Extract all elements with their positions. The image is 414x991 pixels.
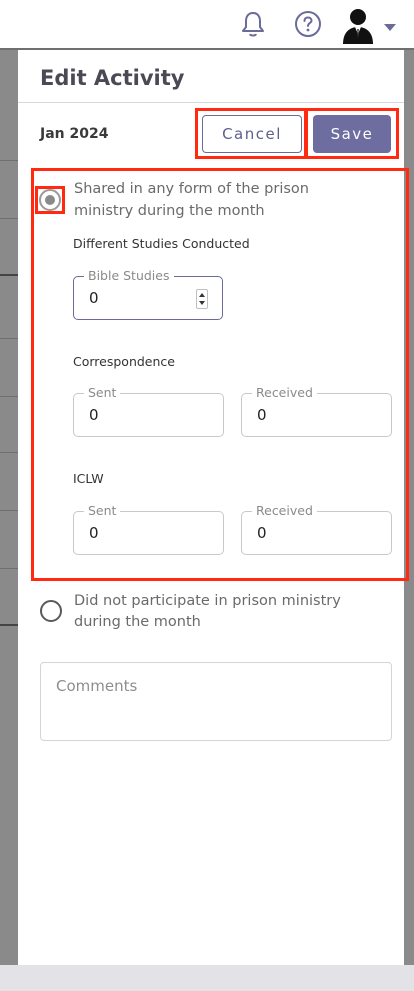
iclw-sent-value: 0 <box>89 524 99 542</box>
background-page-left <box>0 50 18 970</box>
user-avatar[interactable] <box>340 4 376 44</box>
quantity-stepper[interactable] <box>196 289 208 309</box>
radio-dot-icon <box>45 195 55 205</box>
bell-icon[interactable] <box>240 10 266 38</box>
correspondence-sent-label: Sent <box>84 385 121 400</box>
chevron-down-icon[interactable] <box>384 24 396 31</box>
iclw-sent-label: Sent <box>84 503 121 518</box>
bible-studies-field[interactable]: Bible Studies 0 <box>73 268 223 320</box>
edit-activity-drawer: Edit Activity Jan 2024 Cancel Save Share… <box>18 50 409 965</box>
iclw-sent-field[interactable]: Sent 0 <box>73 503 224 555</box>
bible-studies-label: Bible Studies <box>84 268 174 283</box>
iclw-heading: ICLW <box>73 471 104 486</box>
option-not-line2: during the month <box>74 614 201 630</box>
stepper-down-icon[interactable] <box>199 301 205 305</box>
comments-field[interactable]: Comments <box>40 662 392 741</box>
option-shared-line1: Shared in any form of the prison <box>74 181 309 197</box>
save-button[interactable]: Save <box>313 115 391 153</box>
radio-not-participated[interactable] <box>40 600 62 622</box>
correspondence-received-label: Received <box>252 385 317 400</box>
correspondence-sent-field[interactable]: Sent 0 <box>73 385 224 437</box>
bottom-strip <box>0 965 414 991</box>
month-label: Jan 2024 <box>40 126 109 142</box>
drawer-title: Edit Activity <box>40 66 185 90</box>
comments-placeholder: Comments <box>56 677 138 695</box>
correspondence-received-field[interactable]: Received 0 <box>241 385 392 437</box>
title-divider <box>18 102 404 103</box>
radio-shared[interactable] <box>39 189 61 211</box>
correspondence-heading: Correspondence <box>73 354 175 369</box>
iclw-received-field[interactable]: Received 0 <box>241 503 392 555</box>
top-bar <box>0 0 414 50</box>
help-icon[interactable] <box>294 10 322 38</box>
correspondence-received-value: 0 <box>257 406 267 424</box>
cancel-button[interactable]: Cancel <box>202 115 302 153</box>
iclw-received-label: Received <box>252 503 317 518</box>
iclw-received-value: 0 <box>257 524 267 542</box>
correspondence-sent-value: 0 <box>89 406 99 424</box>
option-not-line1: Did not participate in prison ministry <box>74 593 341 609</box>
option-shared-line2: ministry during the month <box>74 203 265 219</box>
bible-studies-value: 0 <box>89 289 99 307</box>
studies-heading: Different Studies Conducted <box>73 236 250 251</box>
stepper-up-icon[interactable] <box>199 293 205 297</box>
